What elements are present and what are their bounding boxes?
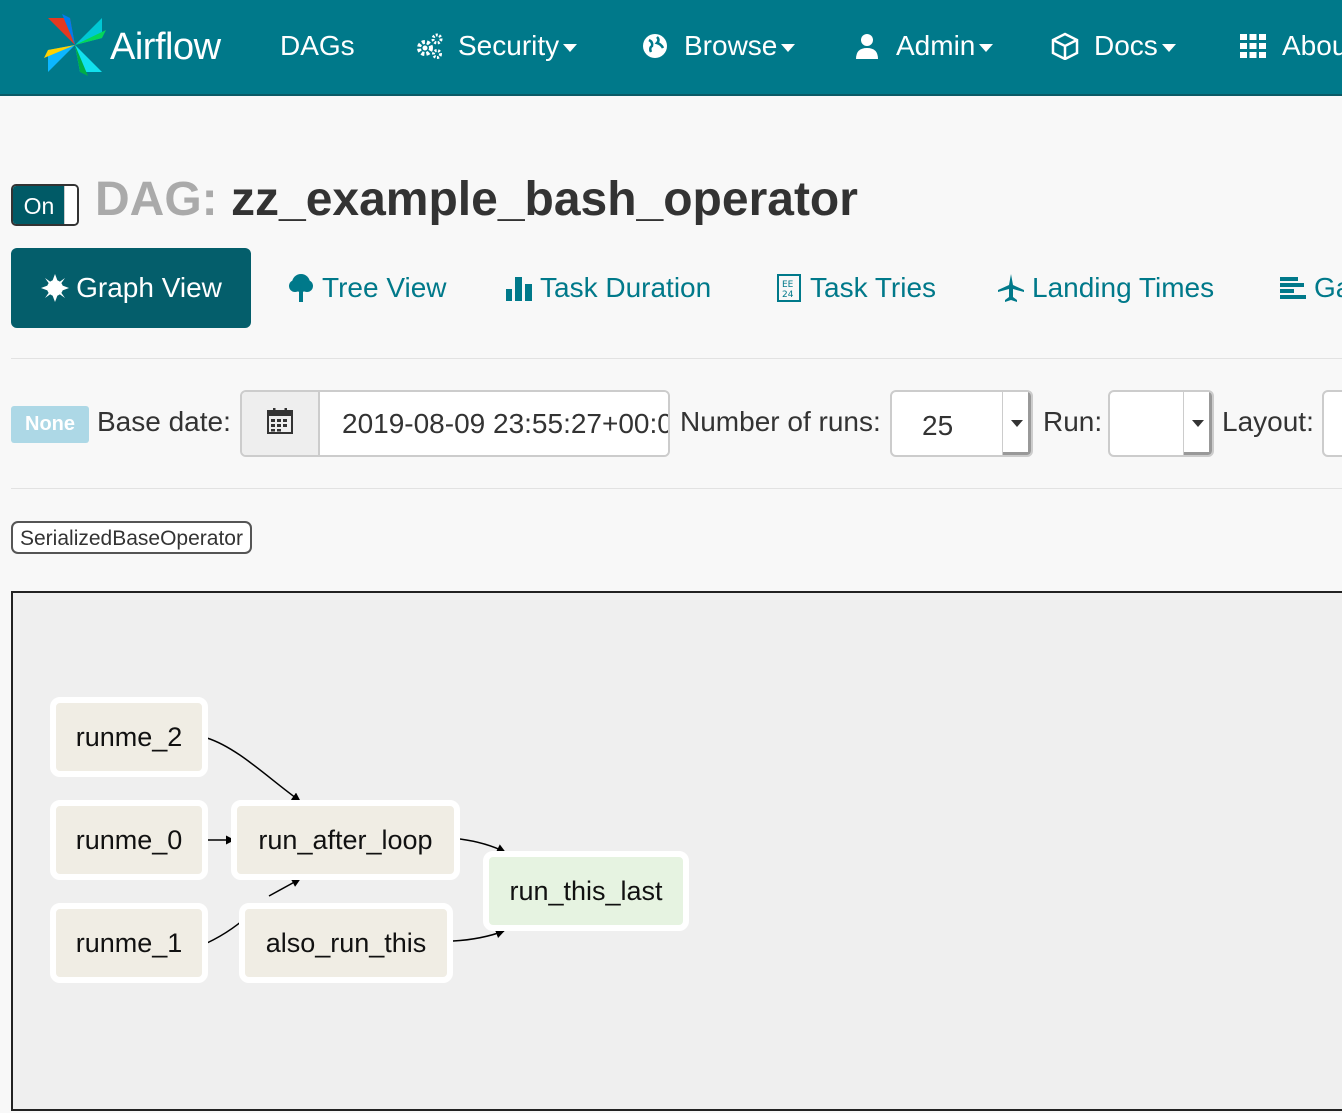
layout-label: Layout:: [1222, 406, 1314, 437]
align-left-icon: [1278, 273, 1308, 303]
user-icon: [852, 31, 882, 61]
base-date-picker: [240, 390, 670, 457]
tab-tree-view-label: Tree View: [322, 272, 447, 303]
tree-icon: [286, 273, 316, 303]
asterisk-icon: [40, 273, 70, 303]
cogs-icon: [414, 31, 444, 61]
grid-icon: [1238, 31, 1268, 61]
airflow-logo-icon: [40, 10, 110, 85]
nav-dags-label: DAGs: [280, 30, 355, 61]
tab-task-duration[interactable]: Task Duration: [504, 248, 711, 328]
task-label: run_this_last: [509, 875, 663, 906]
task-node-also_run_this[interactable]: also_run_this: [239, 903, 453, 983]
toggle-handle: [64, 186, 77, 224]
tab-landing-times-label: Landing Times: [1032, 272, 1215, 303]
nav-admin[interactable]: Admin: [852, 24, 994, 68]
dag-id: zz_example_bash_operator: [231, 173, 858, 226]
chevron-down-icon: [563, 44, 578, 52]
chevron-down-icon: [1183, 392, 1212, 455]
tab-task-tries[interactable]: EE 24 Task Tries: [774, 248, 936, 328]
divider: [11, 358, 1342, 359]
num-runs-value: 25: [922, 410, 954, 441]
navbar: Airflow DAGs Security Browse Admin Docs: [0, 0, 1342, 96]
tab-gantt[interactable]: Ga: [1278, 248, 1342, 328]
nav-about[interactable]: Abou: [1238, 24, 1342, 68]
tab-graph-view[interactable]: Graph View: [11, 248, 251, 328]
tab-task-tries-label: Task Tries: [810, 272, 937, 303]
nav-docs[interactable]: Docs: [1050, 24, 1176, 68]
tab-task-duration-label: Task Duration: [540, 272, 712, 303]
tab-tree-view[interactable]: Tree View: [286, 248, 447, 328]
task-node-run_after_loop[interactable]: run_after_loop: [231, 800, 460, 880]
base-date-input[interactable]: [320, 392, 668, 455]
task-node-run_this_last[interactable]: run_this_last: [483, 851, 689, 931]
plane-icon: [996, 273, 1026, 303]
task-label: runme_0: [75, 824, 183, 855]
chevron-down-icon: [979, 44, 994, 52]
nav-dags[interactable]: DAGs: [280, 24, 355, 68]
dag-title-prefix: DAG:: [95, 173, 218, 226]
task-node-runme_2[interactable]: runme_2: [50, 697, 208, 777]
base-date-label: Base date:: [97, 406, 231, 437]
state-badge: None: [11, 406, 89, 443]
graph-canvas[interactable]: runme_2 runme_0 runme_1 run_after_loop a…: [11, 591, 1342, 1111]
chevron-down-icon: [781, 44, 796, 52]
nav-security-label: Security: [458, 30, 560, 61]
nav-about-label: Abou: [1282, 30, 1342, 61]
layout-select[interactable]: [1322, 390, 1342, 457]
bar-chart-icon: [504, 273, 534, 303]
calendar-icon: EE 24: [774, 273, 804, 303]
task-label: runme_2: [75, 721, 183, 752]
num-runs-select[interactable]: 25: [890, 390, 1033, 457]
nav-browse[interactable]: Browse: [640, 24, 796, 68]
task-node-runme_1[interactable]: runme_1: [50, 903, 208, 983]
dag-pause-toggle[interactable]: On: [11, 184, 79, 226]
calendar-button[interactable]: [242, 392, 320, 455]
task-node-runme_0[interactable]: runme_0: [50, 800, 208, 880]
num-runs-label: Number of runs:: [680, 406, 881, 437]
tab-graph-view-label: Graph View: [76, 272, 222, 303]
task-label: run_after_loop: [258, 824, 433, 855]
brand[interactable]: Airflow: [40, 12, 221, 82]
chevron-down-icon: [1002, 392, 1031, 455]
toggle-on-label: On: [13, 186, 65, 224]
legend-operator: SerializedBaseOperator: [11, 521, 252, 554]
task-label: also_run_this: [265, 927, 427, 958]
tab-landing-times[interactable]: Landing Times: [996, 248, 1214, 328]
nav-docs-label: Docs: [1094, 30, 1158, 61]
nav-admin-label: Admin: [896, 30, 976, 61]
page-title: DAG: zz_example_bash_operator: [95, 172, 858, 227]
task-label: runme_1: [75, 927, 183, 958]
brand-name: Airflow: [110, 25, 221, 68]
run-label: Run:: [1043, 406, 1103, 437]
svg-text:EE: EE: [782, 280, 794, 290]
divider: [11, 488, 1342, 489]
chevron-down-icon: [1161, 44, 1176, 52]
nav-security[interactable]: Security: [414, 24, 578, 68]
nav-browse-label: Browse: [684, 30, 778, 61]
cube-icon: [1050, 31, 1080, 61]
globe-icon: [640, 31, 670, 61]
edge-runme_2-run_after_loop: [206, 737, 301, 802]
calendar-icon: [266, 407, 294, 440]
edge-also_run_this-run_this_last: [452, 929, 505, 942]
tab-gantt-label: Ga: [1314, 272, 1342, 303]
run-select[interactable]: [1108, 390, 1214, 457]
svg-text:24: 24: [782, 290, 794, 300]
